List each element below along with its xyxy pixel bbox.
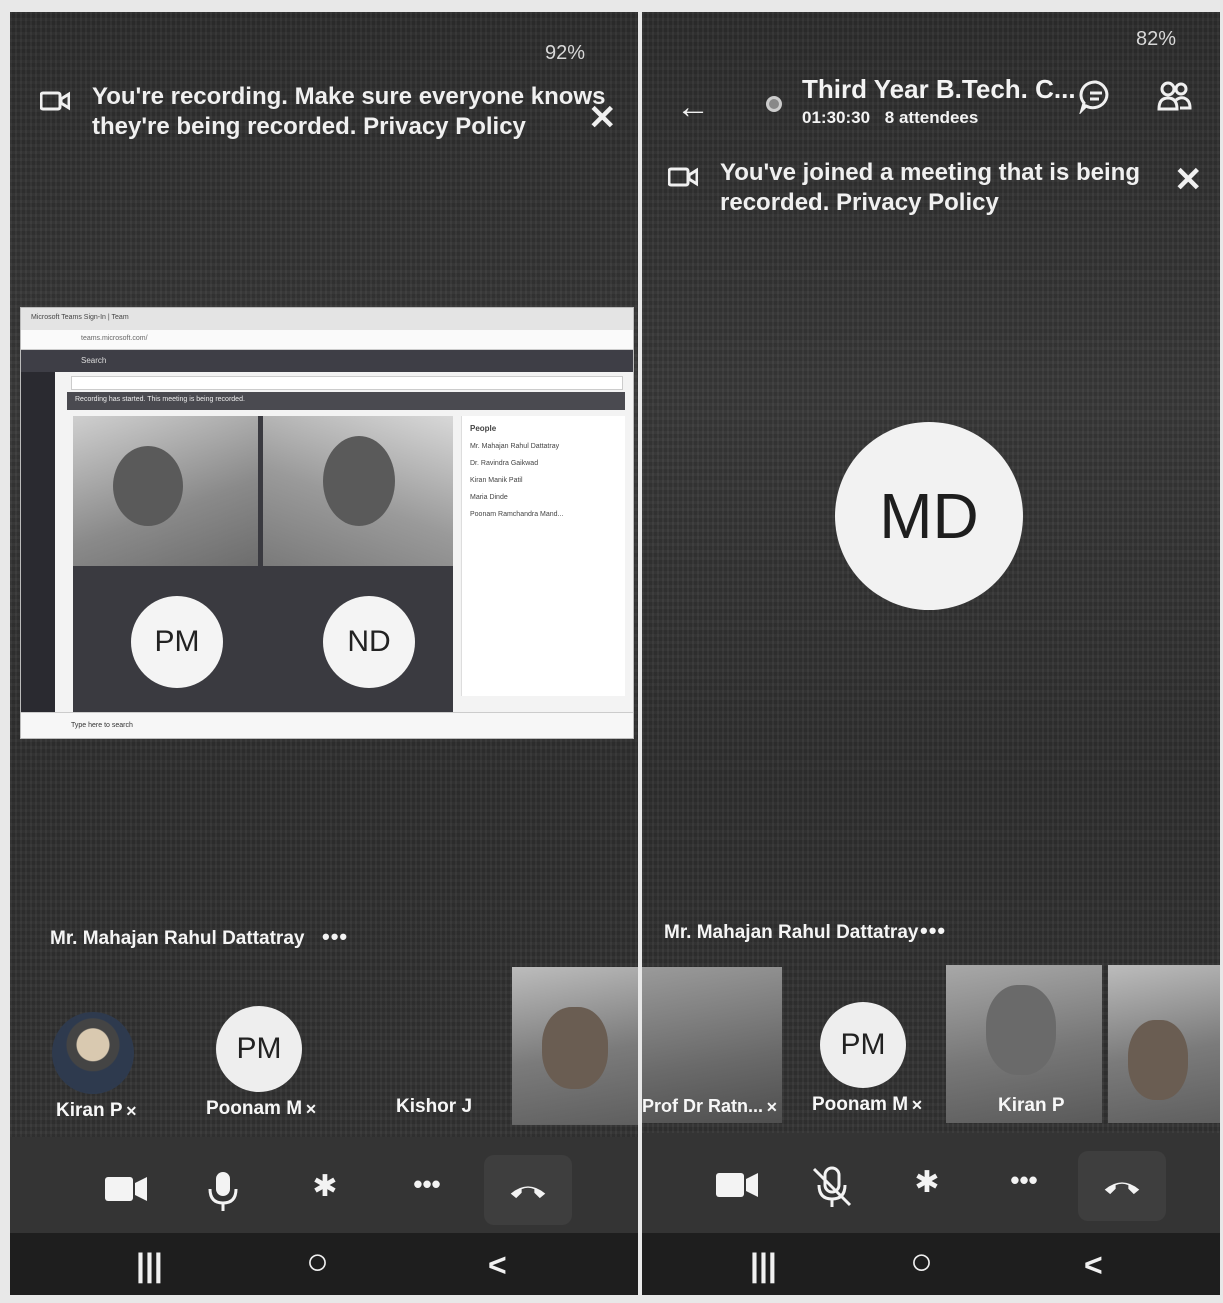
participant-face <box>1128 1020 1188 1100</box>
battery-indicator: 92% <box>545 42 586 64</box>
people-row[interactable]: Kiran Manik Patil <box>470 477 617 484</box>
participant-name: Poonam M <box>812 1094 909 1115</box>
video-camera-icon <box>40 91 70 111</box>
back-button[interactable]: < <box>488 1247 507 1284</box>
right-phone-screen: 82% ← Third Year B.Tech. C... 01:30:30 8… <box>642 12 1220 1295</box>
video-camera-button[interactable] <box>706 1165 766 1205</box>
banner-line-1: You're recording. Make sure everyone kno… <box>92 83 606 110</box>
teams-app-rail <box>21 372 55 712</box>
more-options-button[interactable]: ••• <box>994 1165 1054 1196</box>
bluetooth-audio-button[interactable]: ✱ <box>897 1165 957 1200</box>
meeting-subtitle: 01:30:30 8 attendees <box>802 108 978 128</box>
microphone-button[interactable] <box>193 1169 253 1213</box>
main-participant-avatar: MD <box>835 422 1023 610</box>
recording-banner: You're recording. Make sure everyone kno… <box>40 82 605 142</box>
banner-line-2: recorded. Privacy Policy <box>720 189 999 216</box>
hang-up-icon <box>1104 1182 1140 1195</box>
chat-icon[interactable] <box>1078 78 1114 114</box>
muted-mic-icon: ✕ <box>305 1101 317 1117</box>
participant-tile-kiran[interactable]: Kiran P ✕ <box>56 1100 137 1122</box>
video-camera-button[interactable] <box>95 1169 155 1209</box>
participant-name: Prof Dr Ratn... <box>642 1096 764 1116</box>
microphone-muted-button[interactable] <box>802 1165 862 1209</box>
recent-apps-button[interactable]: ||| <box>136 1247 163 1284</box>
people-row[interactable]: Maria Dinde <box>470 494 617 501</box>
active-speaker-name: Mr. Mahajan Rahul Dattatray <box>664 922 919 943</box>
teams-notice-bar <box>71 376 623 390</box>
people-row[interactable]: Dr. Ravindra Gaikwad <box>470 460 617 467</box>
meeting-duration: 01:30:30 <box>802 108 871 127</box>
android-navigation-bar: ||| ○ < <box>642 1233 1220 1295</box>
windows-taskbar[interactable]: Type here to search <box>21 712 633 738</box>
back-arrow-icon[interactable]: ← <box>676 88 710 127</box>
participant-avatar-pm: PM <box>131 596 223 688</box>
banner-line-2: they're being recorded. Privacy Policy <box>92 113 526 140</box>
muted-mic-icon: ✕ <box>911 1097 923 1113</box>
participant-video-tile[interactable] <box>512 967 638 1125</box>
home-button[interactable]: ○ <box>306 1241 329 1284</box>
poonam-avatar: PM <box>820 1002 906 1088</box>
recent-apps-button[interactable]: ||| <box>750 1247 777 1284</box>
participant-name: Kishor J <box>396 1096 473 1117</box>
participant-face <box>986 985 1056 1075</box>
android-navigation-bar: ||| ○ < <box>10 1233 638 1295</box>
speaker-more-button[interactable]: ••• <box>322 924 348 950</box>
recording-banner: You've joined a meeting that is being re… <box>668 158 1140 218</box>
browser-tab[interactable]: Microsoft Teams Sign-In | Team <box>21 308 633 330</box>
recording-dot-icon <box>766 96 782 112</box>
bluetooth-audio-button[interactable]: ✱ <box>295 1169 355 1204</box>
participant-tile-poonam[interactable]: Poonam M ✕ <box>812 1094 923 1116</box>
shared-screen: Microsoft Teams Sign-In | Team teams.mic… <box>20 307 634 739</box>
recording-banner-text: You're recording. Make sure everyone kno… <box>92 82 605 142</box>
participant-video-tile[interactable] <box>1108 965 1220 1123</box>
more-options-button[interactable]: ••• <box>397 1169 457 1200</box>
kiran-avatar <box>52 1012 134 1094</box>
call-controls: ✱ ••• <box>10 1137 638 1237</box>
participant-avatar-nd: ND <box>323 596 415 688</box>
end-call-button[interactable] <box>1078 1151 1166 1221</box>
close-banner-button[interactable]: ✕ <box>1174 160 1203 200</box>
video-camera-icon <box>668 167 698 187</box>
home-button[interactable]: ○ <box>910 1241 933 1284</box>
participant-face <box>323 436 395 526</box>
browser-address-bar[interactable]: teams.microsoft.com/ <box>21 330 633 350</box>
participant-tile-kishor[interactable]: Kishor J <box>396 1096 472 1118</box>
participant-tile-poonam[interactable]: Poonam M ✕ <box>206 1098 317 1120</box>
recording-banner-text: You've joined a meeting that is being re… <box>720 158 1140 218</box>
meeting-title: Third Year B.Tech. C... <box>802 74 1076 104</box>
speaker-more-button[interactable]: ••• <box>920 918 946 944</box>
muted-mic-icon: ✕ <box>125 1103 138 1119</box>
participant-video-1 <box>73 416 258 566</box>
back-button[interactable]: < <box>1084 1247 1103 1284</box>
muted-mic-icon: ✕ <box>766 1099 778 1115</box>
teams-search[interactable]: Search <box>21 350 633 372</box>
participant-name: Kiran P <box>998 1095 1065 1116</box>
end-call-button[interactable] <box>484 1155 572 1225</box>
banner-line-1: You've joined a meeting that is being <box>720 159 1140 186</box>
participant-name-row: Prof Dr Ratn... ✕ <box>642 1096 778 1117</box>
left-phone-screen: 92% You're recording. Make sure everyone… <box>10 12 638 1295</box>
participant-video-2 <box>263 416 453 566</box>
teams-meeting-stage: PM ND <box>73 416 453 716</box>
teams-recording-notice: Recording has started. This meeting is b… <box>67 392 625 410</box>
people-panel-title: People <box>470 424 497 433</box>
close-banner-button[interactable]: ✕ <box>588 98 617 138</box>
participants-icon[interactable] <box>1156 78 1192 114</box>
battery-indicator: 82% <box>1136 28 1177 50</box>
active-speaker-name: Mr. Mahajan Rahul Dattatray <box>50 928 305 949</box>
call-controls: ✱ ••• <box>642 1133 1220 1233</box>
participant-name: Poonam M <box>206 1098 303 1119</box>
people-row[interactable]: Mr. Mahajan Rahul Dattatray <box>470 443 617 450</box>
participant-face <box>542 1007 608 1089</box>
poonam-avatar: PM <box>216 1006 302 1092</box>
people-row[interactable]: Poonam Ramchandra Mand... <box>470 511 617 518</box>
participant-face <box>113 446 183 526</box>
participant-tile-kiran[interactable]: Kiran P <box>946 965 1102 1123</box>
attendee-count[interactable]: 8 attendees <box>885 108 979 127</box>
participant-tile-prof[interactable]: Prof Dr Ratn... ✕ <box>642 967 782 1123</box>
hang-up-icon <box>510 1186 546 1199</box>
people-panel: People Mr. Mahajan Rahul Dattatray Dr. R… <box>461 416 625 696</box>
participant-name: Kiran P <box>56 1100 123 1121</box>
